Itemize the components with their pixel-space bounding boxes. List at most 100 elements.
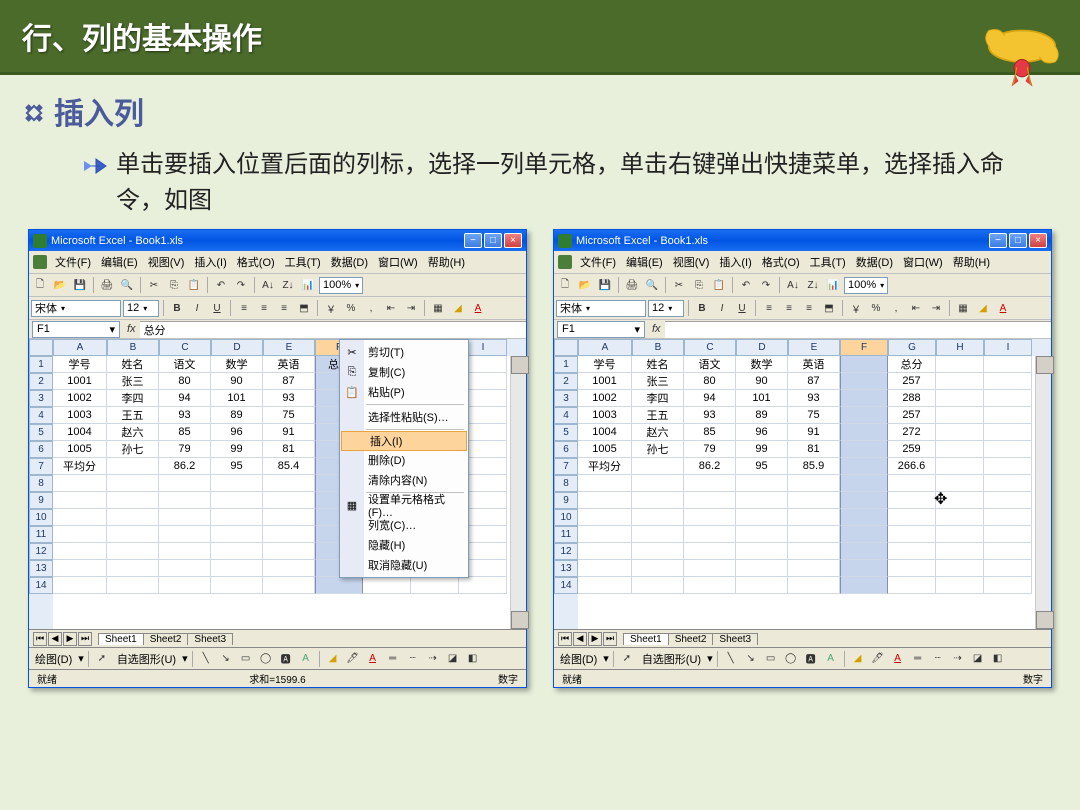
cell[interactable]	[632, 577, 684, 594]
menu-bar[interactable]: 文件(F) 编辑(E) 视图(V) 插入(I) 格式(O) 工具(T) 数据(D…	[554, 251, 1051, 274]
redo-icon[interactable]: ↷	[757, 276, 775, 294]
cell[interactable]	[888, 509, 936, 526]
underline-icon[interactable]: U	[733, 299, 751, 317]
cell[interactable]: 总分	[888, 356, 936, 373]
cell[interactable]: 赵六	[107, 424, 159, 441]
cell[interactable]: 1003	[53, 407, 107, 424]
new-icon[interactable]: 🗋	[556, 276, 574, 294]
cell[interactable]	[632, 543, 684, 560]
menu-file[interactable]: 文件(F)	[575, 253, 621, 271]
cell[interactable]	[984, 560, 1032, 577]
row-header[interactable]: 6	[554, 441, 578, 458]
cell[interactable]	[263, 526, 315, 543]
cell[interactable]: 95	[736, 458, 788, 475]
column-header[interactable]: D	[211, 339, 263, 356]
menu-format[interactable]: 格式(O)	[757, 253, 805, 271]
cell[interactable]: 99	[736, 441, 788, 458]
cell[interactable]	[211, 577, 263, 594]
row-header[interactable]: 7	[29, 458, 53, 475]
cell[interactable]	[107, 509, 159, 526]
textbox-icon[interactable]: 🅰	[802, 650, 820, 668]
cell[interactable]	[788, 543, 840, 560]
cell[interactable]	[888, 560, 936, 577]
cell[interactable]: 266.6	[888, 458, 936, 475]
arrow-shape-icon[interactable]: ↘	[217, 650, 235, 668]
cell[interactable]	[211, 509, 263, 526]
cell[interactable]	[936, 407, 984, 424]
paste-icon[interactable]: 📋	[710, 276, 728, 294]
cell[interactable]: 90	[211, 373, 263, 390]
currency-icon[interactable]: ￥	[847, 299, 865, 317]
cell[interactable]: 90	[736, 373, 788, 390]
cell[interactable]	[840, 373, 888, 390]
context-menu-item-clear[interactable]: 清除内容(N)	[340, 470, 468, 490]
context-menu-item-col_width[interactable]: 列宽(C)…	[340, 515, 468, 535]
cell[interactable]	[984, 373, 1032, 390]
cell[interactable]	[888, 526, 936, 543]
cell[interactable]: 数学	[736, 356, 788, 373]
cell[interactable]	[788, 492, 840, 509]
cell[interactable]: 91	[788, 424, 840, 441]
select-icon[interactable]: ➚	[618, 650, 636, 668]
cell[interactable]	[632, 509, 684, 526]
standard-toolbar[interactable]: 🗋 📂 💾 🖨 🔍 ✂ ⎘ 📋 ↶ ↷ A↓ Z↓ 📊 100%▾	[554, 274, 1051, 297]
cell[interactable]: 孙七	[107, 441, 159, 458]
row-header[interactable]: 14	[29, 577, 53, 594]
formatting-toolbar[interactable]: 宋体▾ 12▾ B I U ≡ ≡ ≡ ⬒ ￥ % , ⇤ ⇥ ▦ ◢	[554, 297, 1051, 320]
cell[interactable]: 257	[888, 407, 936, 424]
oval-icon[interactable]: ◯	[257, 650, 275, 668]
comma-icon[interactable]: ,	[362, 299, 380, 317]
cell[interactable]	[984, 526, 1032, 543]
row-header[interactable]: 3	[29, 390, 53, 407]
cell[interactable]: 101	[736, 390, 788, 407]
fill-color-icon[interactable]: ◢	[449, 299, 467, 317]
row-header[interactable]: 13	[29, 560, 53, 577]
cell[interactable]	[578, 509, 632, 526]
cell[interactable]: 英语	[788, 356, 840, 373]
cell[interactable]: 85.9	[788, 458, 840, 475]
cell[interactable]	[936, 390, 984, 407]
cell[interactable]: 张三	[107, 373, 159, 390]
textbox-icon[interactable]: 🅰	[277, 650, 295, 668]
menu-help[interactable]: 帮助(H)	[948, 253, 995, 271]
menu-edit[interactable]: 编辑(E)	[621, 253, 668, 271]
font-color-draw-icon[interactable]: A	[889, 650, 907, 668]
cell[interactable]	[53, 475, 107, 492]
cell[interactable]	[936, 458, 984, 475]
cell[interactable]	[936, 424, 984, 441]
cell[interactable]	[788, 509, 840, 526]
cell[interactable]: 85	[684, 424, 736, 441]
cell[interactable]: 李四	[107, 390, 159, 407]
window-titlebar[interactable]: Microsoft Excel - Book1.xls − □ ×	[554, 230, 1051, 251]
close-button[interactable]: ×	[504, 233, 522, 248]
row-header[interactable]: 2	[29, 373, 53, 390]
tab-prev-icon[interactable]: ◀	[48, 632, 62, 646]
cell[interactable]	[578, 475, 632, 492]
context-menu-item-copy[interactable]: ⎘复制(C)	[340, 362, 468, 382]
row-header[interactable]: 3	[554, 390, 578, 407]
cell[interactable]	[632, 560, 684, 577]
column-header[interactable]: B	[107, 339, 159, 356]
dash-icon[interactable]: ┈	[404, 650, 422, 668]
cell[interactable]	[53, 577, 107, 594]
align-center-icon[interactable]: ≡	[780, 299, 798, 317]
zoom-combo[interactable]: 100%▾	[319, 277, 363, 294]
row-header[interactable]: 11	[29, 526, 53, 543]
cell[interactable]	[578, 560, 632, 577]
sort-asc-icon[interactable]: A↓	[259, 276, 277, 294]
zoom-combo[interactable]: 100%▾	[844, 277, 888, 294]
cell[interactable]	[840, 407, 888, 424]
percent-icon[interactable]: %	[867, 299, 885, 317]
cell[interactable]: 平均分	[53, 458, 107, 475]
print-icon[interactable]: 🖨	[98, 276, 116, 294]
cell[interactable]: 93	[684, 407, 736, 424]
italic-icon[interactable]: I	[713, 299, 731, 317]
preview-icon[interactable]: 🔍	[118, 276, 136, 294]
cell[interactable]: 93	[788, 390, 840, 407]
context-menu-item-delete[interactable]: 删除(D)	[340, 450, 468, 470]
context-menu-item-cut[interactable]: ✂剪切(T)	[340, 342, 468, 362]
oval-icon[interactable]: ◯	[782, 650, 800, 668]
cut-icon[interactable]: ✂	[145, 276, 163, 294]
cell[interactable]	[578, 577, 632, 594]
shadow-icon[interactable]: ◪	[444, 650, 462, 668]
